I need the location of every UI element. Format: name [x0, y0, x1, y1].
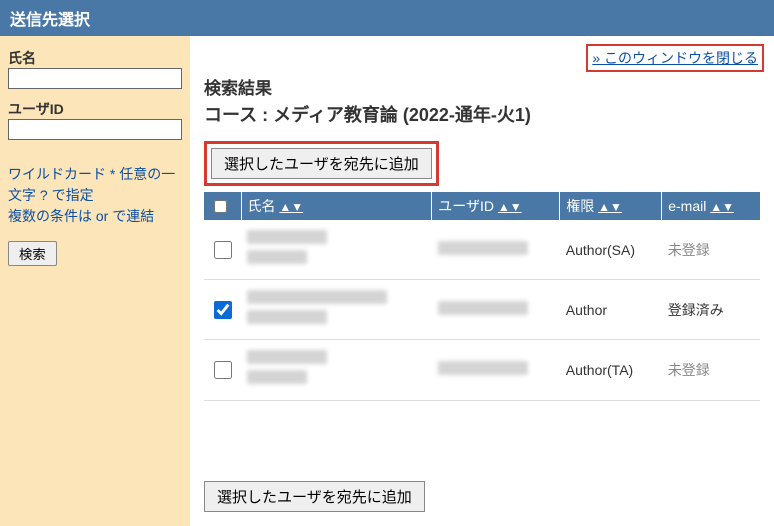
course-label: コース : メディア教育論 (2022-通年-火1) — [204, 101, 760, 127]
sort-icon[interactable]: ▲▼ — [498, 200, 522, 214]
col-email-label: e-mail — [668, 198, 706, 214]
table-row: Author(SA) 未登録 — [204, 220, 760, 280]
sort-icon[interactable]: ▲▼ — [710, 200, 734, 214]
header-title: 送信先選択 — [10, 12, 90, 29]
main-panel: » このウィンドウを閉じる 検索結果 コース : メディア教育論 (2022-通… — [190, 36, 774, 526]
sort-icon[interactable]: ▲▼ — [598, 200, 622, 214]
row-checkbox[interactable] — [214, 241, 232, 259]
table-row: Author 登録済み — [204, 280, 760, 340]
col-userid-label: ユーザID — [438, 198, 494, 214]
content-area: 氏名 ユーザID ワイルドカード * 任意の一文字 ? で指定 複数の条件は o… — [0, 36, 774, 526]
results-heading: 検索結果 — [204, 74, 760, 99]
help-line-2: 複数の条件は or で連結 — [8, 208, 154, 224]
search-sidebar: 氏名 ユーザID ワイルドカード * 任意の一文字 ? で指定 複数の条件は o… — [0, 36, 190, 526]
row-checkbox[interactable] — [214, 361, 232, 379]
col-name[interactable]: 氏名 ▲▼ — [241, 192, 432, 220]
cell-userid — [432, 280, 560, 340]
col-role[interactable]: 権限 ▲▼ — [560, 192, 662, 220]
col-select-all[interactable] — [204, 192, 241, 220]
sort-icon[interactable]: ▲▼ — [279, 200, 303, 214]
userid-label: ユーザID — [8, 99, 182, 119]
cell-role: Author(SA) — [560, 220, 662, 280]
window-header: 送信先選択 — [0, 0, 774, 36]
cell-userid — [432, 340, 560, 400]
add-selected-button-top[interactable]: 選択したユーザを宛先に追加 — [211, 148, 432, 179]
col-role-label: 権限 — [566, 198, 594, 214]
cell-email: 未登録 — [662, 340, 760, 400]
cell-role: Author — [560, 280, 662, 340]
cell-name — [241, 280, 432, 340]
select-all-checkbox[interactable] — [214, 200, 227, 213]
row-checkbox[interactable] — [214, 301, 232, 319]
name-label: 氏名 — [8, 48, 182, 68]
search-button[interactable]: 検索 — [8, 241, 57, 266]
col-name-label: 氏名 — [248, 198, 276, 214]
help-line-1: ワイルドカード * 任意の一文字 ? で指定 — [8, 166, 175, 203]
table-row: Author(TA) 未登録 — [204, 340, 760, 400]
results-table: 氏名 ▲▼ ユーザID ▲▼ 権限 ▲▼ e-mail ▲▼ — [204, 192, 760, 401]
userid-input[interactable] — [8, 119, 182, 140]
help-text: ワイルドカード * 任意の一文字 ? で指定 複数の条件は or で連結 — [8, 164, 182, 227]
results-body: Author(SA) 未登録 Author 登録済み — [204, 220, 760, 400]
col-userid[interactable]: ユーザID ▲▼ — [432, 192, 560, 220]
close-window-link[interactable]: » このウィンドウを閉じる — [586, 44, 764, 72]
cell-email: 未登録 — [662, 220, 760, 280]
cell-userid — [432, 220, 560, 280]
col-email[interactable]: e-mail ▲▼ — [662, 192, 760, 220]
add-button-highlight: 選択したユーザを宛先に追加 — [204, 141, 439, 186]
cell-name — [241, 340, 432, 400]
name-input[interactable] — [8, 68, 182, 89]
cell-name — [241, 220, 432, 280]
cell-role: Author(TA) — [560, 340, 662, 400]
cell-email: 登録済み — [662, 280, 760, 340]
add-selected-button-bottom[interactable]: 選択したユーザを宛先に追加 — [204, 481, 425, 512]
